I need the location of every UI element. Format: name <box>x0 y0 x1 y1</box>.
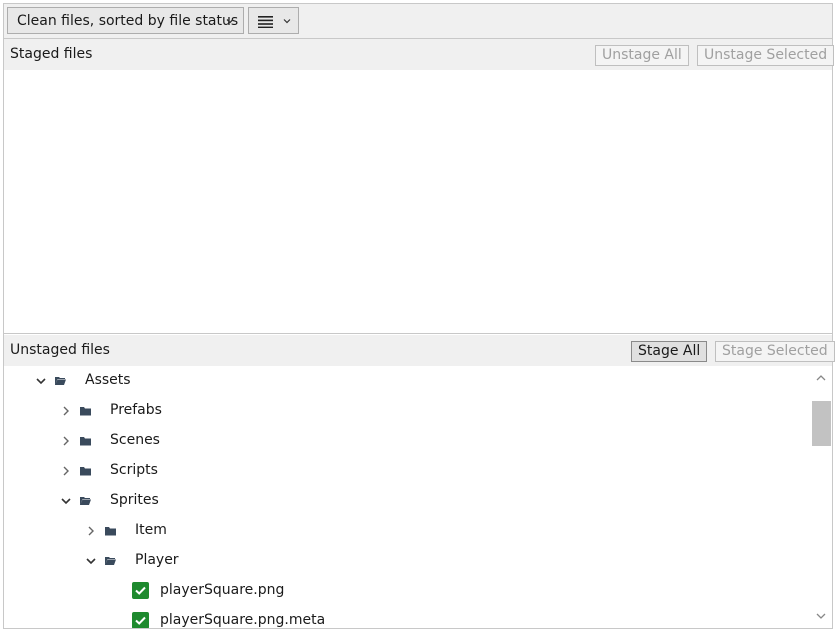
tree-row-file[interactable]: playerSquare.png.meta <box>4 606 810 628</box>
tree-row-player[interactable]: Player <box>4 546 810 576</box>
tree-row-item[interactable]: Item <box>4 516 810 546</box>
list-lines-icon <box>258 16 273 28</box>
toolbar: Clean files, sorted by file status <box>4 4 832 39</box>
tree-label: Player <box>135 552 179 568</box>
folder-icon <box>80 407 91 416</box>
tree-label: Prefabs <box>110 402 162 418</box>
unstaged-files-tree[interactable]: Assets Prefabs Scenes Scripts Sprites It… <box>4 366 810 628</box>
tree-row-sprites[interactable]: Sprites <box>4 486 810 516</box>
chevron-right-icon[interactable] <box>85 525 97 537</box>
folder-icon <box>105 527 116 536</box>
checkmark-icon <box>135 616 146 625</box>
tree-row-scenes[interactable]: Scenes <box>4 426 810 456</box>
view-options-button[interactable] <box>248 7 299 34</box>
tree-label: Scripts <box>110 462 158 478</box>
tree-row-prefabs[interactable]: Prefabs <box>4 396 810 426</box>
view-mode-label: Clean files, sorted by file status <box>17 12 239 29</box>
tree-label: Assets <box>85 372 131 388</box>
tree-row-assets[interactable]: Assets <box>4 366 810 396</box>
chevron-down-icon[interactable] <box>35 375 47 387</box>
scroll-down-icon[interactable] <box>815 610 827 622</box>
scrollbar-thumb[interactable] <box>812 401 831 446</box>
tree-label: playerSquare.png.meta <box>160 612 326 628</box>
chevron-down-icon <box>283 19 291 24</box>
section-divider[interactable] <box>4 333 832 334</box>
tree-row-file[interactable]: playerSquare.png <box>4 576 810 606</box>
tree-label: Item <box>135 522 167 538</box>
chevron-down-icon <box>226 19 234 24</box>
folder-open-icon <box>80 497 91 505</box>
stage-selected-button[interactable]: Stage Selected <box>715 341 835 362</box>
chevron-right-icon[interactable] <box>60 465 72 477</box>
chevron-down-icon[interactable] <box>85 555 97 567</box>
git-changes-panel: Clean files, sorted by file status Stage… <box>3 3 835 629</box>
unstage-selected-button[interactable]: Unstage Selected <box>697 45 835 66</box>
staged-files-title: Staged files <box>10 46 93 62</box>
checkmark-icon <box>135 586 146 595</box>
stage-all-button[interactable]: Stage All <box>631 341 708 362</box>
vertical-scrollbar[interactable] <box>810 366 832 628</box>
tree-label: Scenes <box>110 432 160 448</box>
tree-row-scripts[interactable]: Scripts <box>4 456 810 486</box>
file-checkbox[interactable] <box>132 612 149 628</box>
folder-open-icon <box>105 557 116 565</box>
unstaged-files-title: Unstaged files <box>10 342 110 358</box>
unstaged-files-header: Unstaged files Stage All Stage Selected <box>4 335 835 366</box>
tree-label: Sprites <box>110 492 159 508</box>
staged-files-header: Staged files Unstage All Unstage Selecte… <box>4 39 835 70</box>
folder-icon <box>80 437 91 446</box>
file-checkbox[interactable] <box>132 582 149 599</box>
chevron-right-icon[interactable] <box>60 405 72 417</box>
folder-icon <box>80 467 91 476</box>
scroll-up-icon[interactable] <box>815 372 827 384</box>
tree-label: playerSquare.png <box>160 582 285 598</box>
folder-open-icon <box>55 377 66 385</box>
chevron-right-icon[interactable] <box>60 435 72 447</box>
staged-files-list[interactable] <box>4 70 832 333</box>
view-mode-dropdown[interactable]: Clean files, sorted by file status <box>7 7 244 34</box>
unstage-all-button[interactable]: Unstage All <box>595 45 689 66</box>
chevron-down-icon[interactable] <box>60 495 72 507</box>
